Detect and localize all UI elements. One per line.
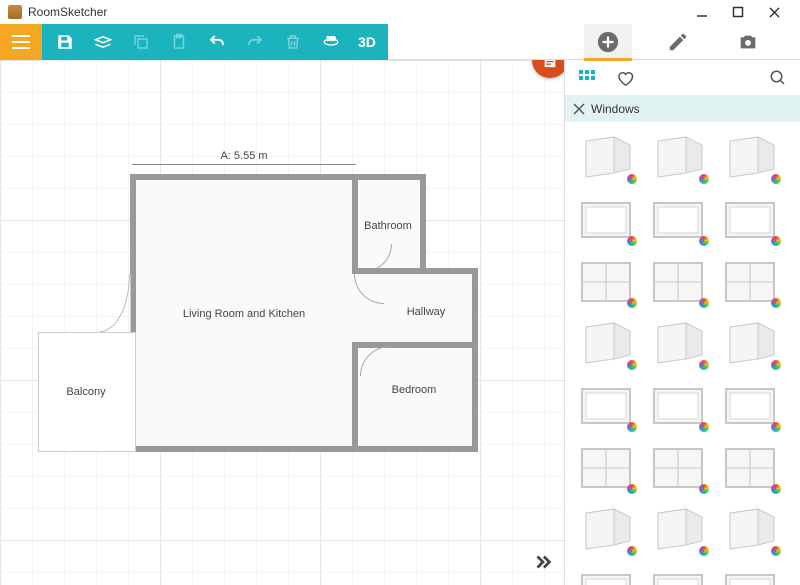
right-tabs [388,24,800,60]
maximize-button[interactable] [720,0,756,24]
color-picker-dot[interactable] [771,236,781,246]
main-toolbar: 360 3D [0,24,800,60]
color-picker-dot[interactable] [699,236,709,246]
delete-button[interactable] [276,27,310,57]
paste-button[interactable] [162,27,196,57]
360-view-button[interactable]: 360 [314,27,348,57]
close-category-icon[interactable] [573,103,585,115]
library-grid[interactable] [565,122,800,585]
library-item-tall-narrow-2[interactable] [717,316,783,372]
room-label-bedroom: Bedroom [392,384,437,396]
color-picker-dot[interactable] [627,422,637,432]
collapse-panel-button[interactable] [532,551,554,573]
room-label-hallway: Hallway [407,306,446,318]
floorplan[interactable]: A: 5.55 m B: 5.33 m Living Room and Kitc… [38,162,528,502]
library-category-label: Windows [591,102,640,116]
library-panel: Windows [564,60,800,585]
color-picker-dot[interactable] [771,484,781,494]
color-picker-dot[interactable] [699,360,709,370]
color-picker-dot[interactable] [699,298,709,308]
library-item-awning-2[interactable] [645,564,711,585]
balcony-door-swing [130,274,131,332]
color-picker-dot[interactable] [699,422,709,432]
save-button[interactable] [48,27,82,57]
measure-line-a [132,164,356,165]
svg-text:360: 360 [327,36,336,42]
grid-view-icon[interactable] [575,66,599,90]
library-item-open-leaf-3[interactable] [717,130,783,186]
color-picker-dot[interactable] [699,174,709,184]
copy-button[interactable] [124,27,158,57]
library-item-fixed-long[interactable] [573,316,639,372]
room-label-living: Living Room and Kitchen [183,308,305,320]
library-item-slider[interactable] [573,502,639,558]
close-button[interactable] [756,0,792,24]
menu-button[interactable] [0,24,42,60]
library-item-fixed-wide[interactable] [573,254,639,310]
library-item-fixed-wide-3[interactable] [717,254,783,310]
minimize-button[interactable] [684,0,720,24]
library-item-tall-narrow[interactable] [645,316,711,372]
color-picker-dot[interactable] [771,360,781,370]
color-picker-dot[interactable] [771,174,781,184]
library-item-slider-2[interactable] [645,502,711,558]
library-item-awning[interactable] [573,564,639,585]
app-icon [8,5,22,19]
3d-view-button[interactable]: 3D [352,27,382,57]
window-titlebar: RoomSketcher [0,0,800,24]
library-item-awning-3[interactable] [717,564,783,585]
color-picker-dot[interactable] [771,298,781,308]
color-picker-dot[interactable] [699,546,709,556]
library-item-pane-6b[interactable] [717,378,783,434]
library-item-slider-3[interactable] [717,502,783,558]
library-item-pane-9[interactable] [573,440,639,496]
library-item-fixed-sq-3[interactable] [717,192,783,248]
tab-camera[interactable] [724,24,772,60]
favorites-icon[interactable] [613,66,637,90]
library-item-pane-4[interactable] [573,378,639,434]
library-item-open-leaf[interactable] [573,130,639,186]
app-title: RoomSketcher [28,5,684,19]
library-item-fixed-wide-2[interactable] [645,254,711,310]
undo-button[interactable] [200,27,234,57]
redo-button[interactable] [238,27,272,57]
color-picker-dot[interactable] [627,546,637,556]
library-item-fixed-sq-2[interactable] [645,192,711,248]
tab-edit[interactable] [654,24,702,60]
color-picker-dot[interactable] [627,484,637,494]
color-picker-dot[interactable] [627,360,637,370]
color-picker-dot[interactable] [699,484,709,494]
library-item-pane-6[interactable] [645,378,711,434]
layers-button[interactable] [86,27,120,57]
color-picker-dot[interactable] [771,422,781,432]
library-item-fixed-sq[interactable] [573,192,639,248]
library-category-header: Windows [565,96,800,122]
room-label-balcony: Balcony [66,386,105,398]
canvas-area[interactable]: A: 5.55 m B: 5.33 m Living Room and Kitc… [0,60,564,585]
measure-a-label: A: 5.55 m [220,150,267,162]
search-icon[interactable] [766,66,790,90]
tool-strip: 360 3D [42,24,388,60]
color-picker-dot[interactable] [627,174,637,184]
library-item-pane-12[interactable] [645,440,711,496]
color-picker-dot[interactable] [627,236,637,246]
room-label-bathroom: Bathroom [364,220,412,232]
library-item-open-leaf-2[interactable] [645,130,711,186]
main-area: A: 5.55 m B: 5.33 m Living Room and Kitc… [0,60,800,585]
library-item-pane-12b[interactable] [717,440,783,496]
tab-add[interactable] [584,24,632,60]
door-balcony [100,274,130,332]
library-sub-toolbar [565,60,800,96]
color-picker-dot[interactable] [627,298,637,308]
color-picker-dot[interactable] [771,546,781,556]
